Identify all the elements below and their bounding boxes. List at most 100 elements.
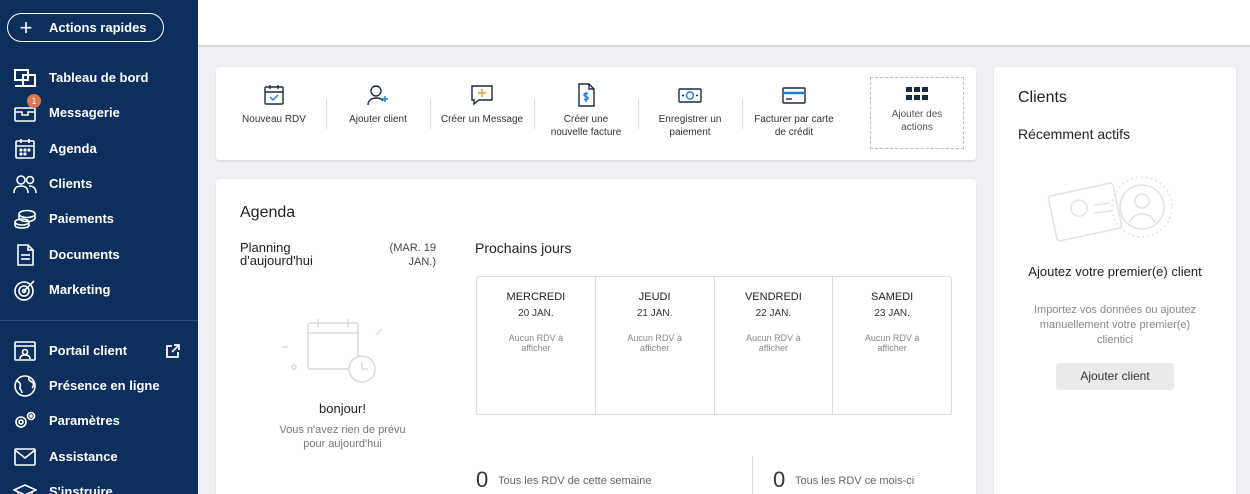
settings-icon bbox=[15, 411, 36, 428]
month-count-label[interactable]: Tous les RDV ce mois-ci bbox=[795, 475, 914, 487]
calendar-icon bbox=[15, 139, 35, 159]
sidebar-item-settings[interactable]: Paramètres bbox=[0, 406, 198, 436]
grid-icon bbox=[906, 87, 928, 100]
invoice-icon bbox=[578, 83, 595, 107]
record-payment-action[interactable]: Enregistrer un paiement bbox=[638, 67, 742, 160]
quick-actions-button[interactable]: + Actions rapides bbox=[7, 13, 164, 42]
payments-icon bbox=[14, 209, 36, 229]
action-label: Ajouter des actions bbox=[891, 109, 943, 133]
action-label: Facturer par carte de crédit bbox=[754, 114, 834, 138]
charge-card-action[interactable]: Facturer par carte de crédit bbox=[742, 67, 846, 160]
empty-calendar-illustration bbox=[282, 319, 383, 383]
sidebar-item-label: Présence en ligne bbox=[49, 378, 160, 393]
empty-clients-description: Importez vos données ou ajoutez manuelle… bbox=[1033, 304, 1197, 346]
unread-badge: 1 bbox=[27, 94, 41, 108]
day-empty: Aucun RDV à afficher bbox=[508, 333, 564, 353]
day-date: 22 JAN. bbox=[755, 308, 792, 319]
day-column[interactable]: VENDREDI 22 JAN. Aucun RDV à afficher bbox=[715, 277, 834, 414]
globe-icon bbox=[14, 375, 36, 397]
calendar-check-icon bbox=[264, 85, 284, 105]
greeting: bonjour! bbox=[319, 401, 366, 416]
portal-icon bbox=[14, 341, 36, 361]
sidebar-item-label: Documents bbox=[49, 247, 120, 262]
today-planning-label: Planning d'aujourd'hui bbox=[240, 240, 313, 268]
sidebar: + Actions rapides Tableau de bord 1 Mess… bbox=[0, 0, 198, 494]
clients-title: Clients bbox=[1018, 89, 1067, 106]
sidebar-item-learn[interactable]: S'instruire bbox=[0, 477, 198, 494]
sidebar-item-agenda[interactable]: Agenda bbox=[0, 134, 198, 164]
day-name: JEUDI bbox=[638, 291, 671, 303]
empty-clients-illustration bbox=[1047, 176, 1173, 242]
day-empty: Aucun RDV à afficher bbox=[627, 333, 682, 353]
plus-icon: + bbox=[19, 14, 33, 40]
new-appointment-action[interactable]: Nouveau RDV bbox=[222, 67, 326, 160]
sidebar-item-payments[interactable]: Paiements bbox=[0, 204, 198, 234]
upcoming-days-title: Prochains jours bbox=[475, 240, 572, 256]
sidebar-item-label: Assistance bbox=[49, 449, 118, 464]
sidebar-item-clients[interactable]: Clients bbox=[0, 169, 198, 199]
agenda-title: Agenda bbox=[240, 204, 296, 221]
action-label: Créer un Message bbox=[440, 114, 524, 125]
day-empty: Aucun RDV à afficher bbox=[864, 333, 920, 353]
sidebar-divider bbox=[0, 320, 198, 321]
day-name: MERCREDI bbox=[506, 291, 566, 303]
sidebar-item-client-portal[interactable]: Portail client bbox=[0, 336, 198, 366]
add-client-action[interactable]: Ajouter client bbox=[326, 67, 430, 160]
day-column[interactable]: SAMEDI 23 JAN. Aucun RDV à afficher bbox=[833, 277, 951, 414]
message-add-icon bbox=[471, 85, 493, 106]
action-label: Enregistrer un paiement bbox=[658, 114, 722, 138]
empty-clients-title: Ajoutez votre premier(e) client bbox=[1028, 264, 1202, 279]
sidebar-item-documents[interactable]: Documents bbox=[0, 240, 198, 270]
action-label: Ajouter client bbox=[349, 114, 407, 125]
sidebar-item-label: Portail client bbox=[49, 343, 128, 358]
recently-active-title: Récemment actifs bbox=[1018, 126, 1131, 142]
divider bbox=[752, 456, 753, 494]
quick-actions-panel: Nouveau RDV Ajouter client Créer un Mess… bbox=[216, 67, 976, 160]
day-column[interactable]: MERCREDI 20 JAN. Aucun RDV à afficher bbox=[477, 277, 596, 414]
credit-card-icon bbox=[782, 87, 806, 104]
no-appointments-today: Vous n'avez rien de prévu pour aujourd'h… bbox=[279, 424, 406, 450]
dashboard-icon bbox=[14, 69, 36, 87]
day-date: 21 JAN. bbox=[636, 308, 673, 319]
day-name: SAMEDI bbox=[871, 291, 914, 303]
action-label: Créer une nouvelle facture bbox=[550, 114, 622, 138]
support-icon bbox=[14, 448, 36, 466]
day-date: 23 JAN. bbox=[874, 308, 910, 319]
top-bar bbox=[198, 0, 1250, 47]
day-date: 20 JAN. bbox=[518, 308, 554, 319]
sidebar-item-label: Marketing bbox=[49, 282, 111, 297]
learn-icon bbox=[13, 484, 37, 494]
day-column[interactable]: JEUDI 21 JAN. Aucun RDV à afficher bbox=[596, 277, 715, 414]
month-count: 0 bbox=[773, 467, 786, 492]
sidebar-item-messages[interactable]: 1 Messagerie bbox=[0, 94, 198, 128]
day-empty: Aucun RDV à afficher bbox=[746, 333, 801, 353]
sidebar-item-dashboard[interactable]: Tableau de bord bbox=[0, 63, 198, 93]
add-client-button[interactable]: Ajouter client bbox=[1056, 363, 1174, 390]
sidebar-item-label: Messagerie bbox=[49, 105, 120, 120]
today-date: (MAR. 19 JAN.) bbox=[389, 242, 436, 268]
sidebar-item-label: Paiements bbox=[49, 211, 115, 226]
sidebar-item-marketing[interactable]: Marketing bbox=[0, 275, 198, 305]
agenda-panel: Agenda Planning d'aujourd'hui (MAR. 19 J… bbox=[216, 179, 976, 494]
sidebar-item-support[interactable]: Assistance bbox=[0, 442, 198, 472]
create-message-action[interactable]: Créer un Message bbox=[430, 67, 534, 160]
quick-actions-label: Actions rapides bbox=[49, 20, 147, 35]
sidebar-item-label: S'instruire bbox=[49, 484, 113, 494]
add-actions-button[interactable]: Ajouter des actions bbox=[870, 77, 964, 149]
sidebar-item-label: Tableau de bord bbox=[49, 70, 149, 85]
documents-icon bbox=[17, 244, 34, 266]
sidebar-item-label: Paramètres bbox=[49, 413, 120, 428]
external-link-icon[interactable] bbox=[165, 343, 181, 359]
upcoming-days-grid: MERCREDI 20 JAN. Aucun RDV à afficher JE… bbox=[476, 276, 952, 415]
add-user-icon bbox=[367, 85, 388, 106]
week-count: 0 bbox=[476, 467, 489, 492]
clients-icon bbox=[13, 175, 37, 194]
marketing-icon bbox=[14, 280, 35, 301]
sidebar-item-label: Clients bbox=[49, 176, 93, 191]
clients-panel: Clients Récemment actifs Ajoutez votre p… bbox=[994, 67, 1236, 494]
cash-icon bbox=[678, 88, 702, 103]
create-invoice-action[interactable]: Créer une nouvelle facture bbox=[534, 67, 638, 160]
week-count-label[interactable]: Tous les RDV de cette semaine bbox=[498, 475, 651, 487]
action-label: Nouveau RDV bbox=[242, 114, 306, 125]
sidebar-item-online-presence[interactable]: Présence en ligne bbox=[0, 371, 198, 401]
